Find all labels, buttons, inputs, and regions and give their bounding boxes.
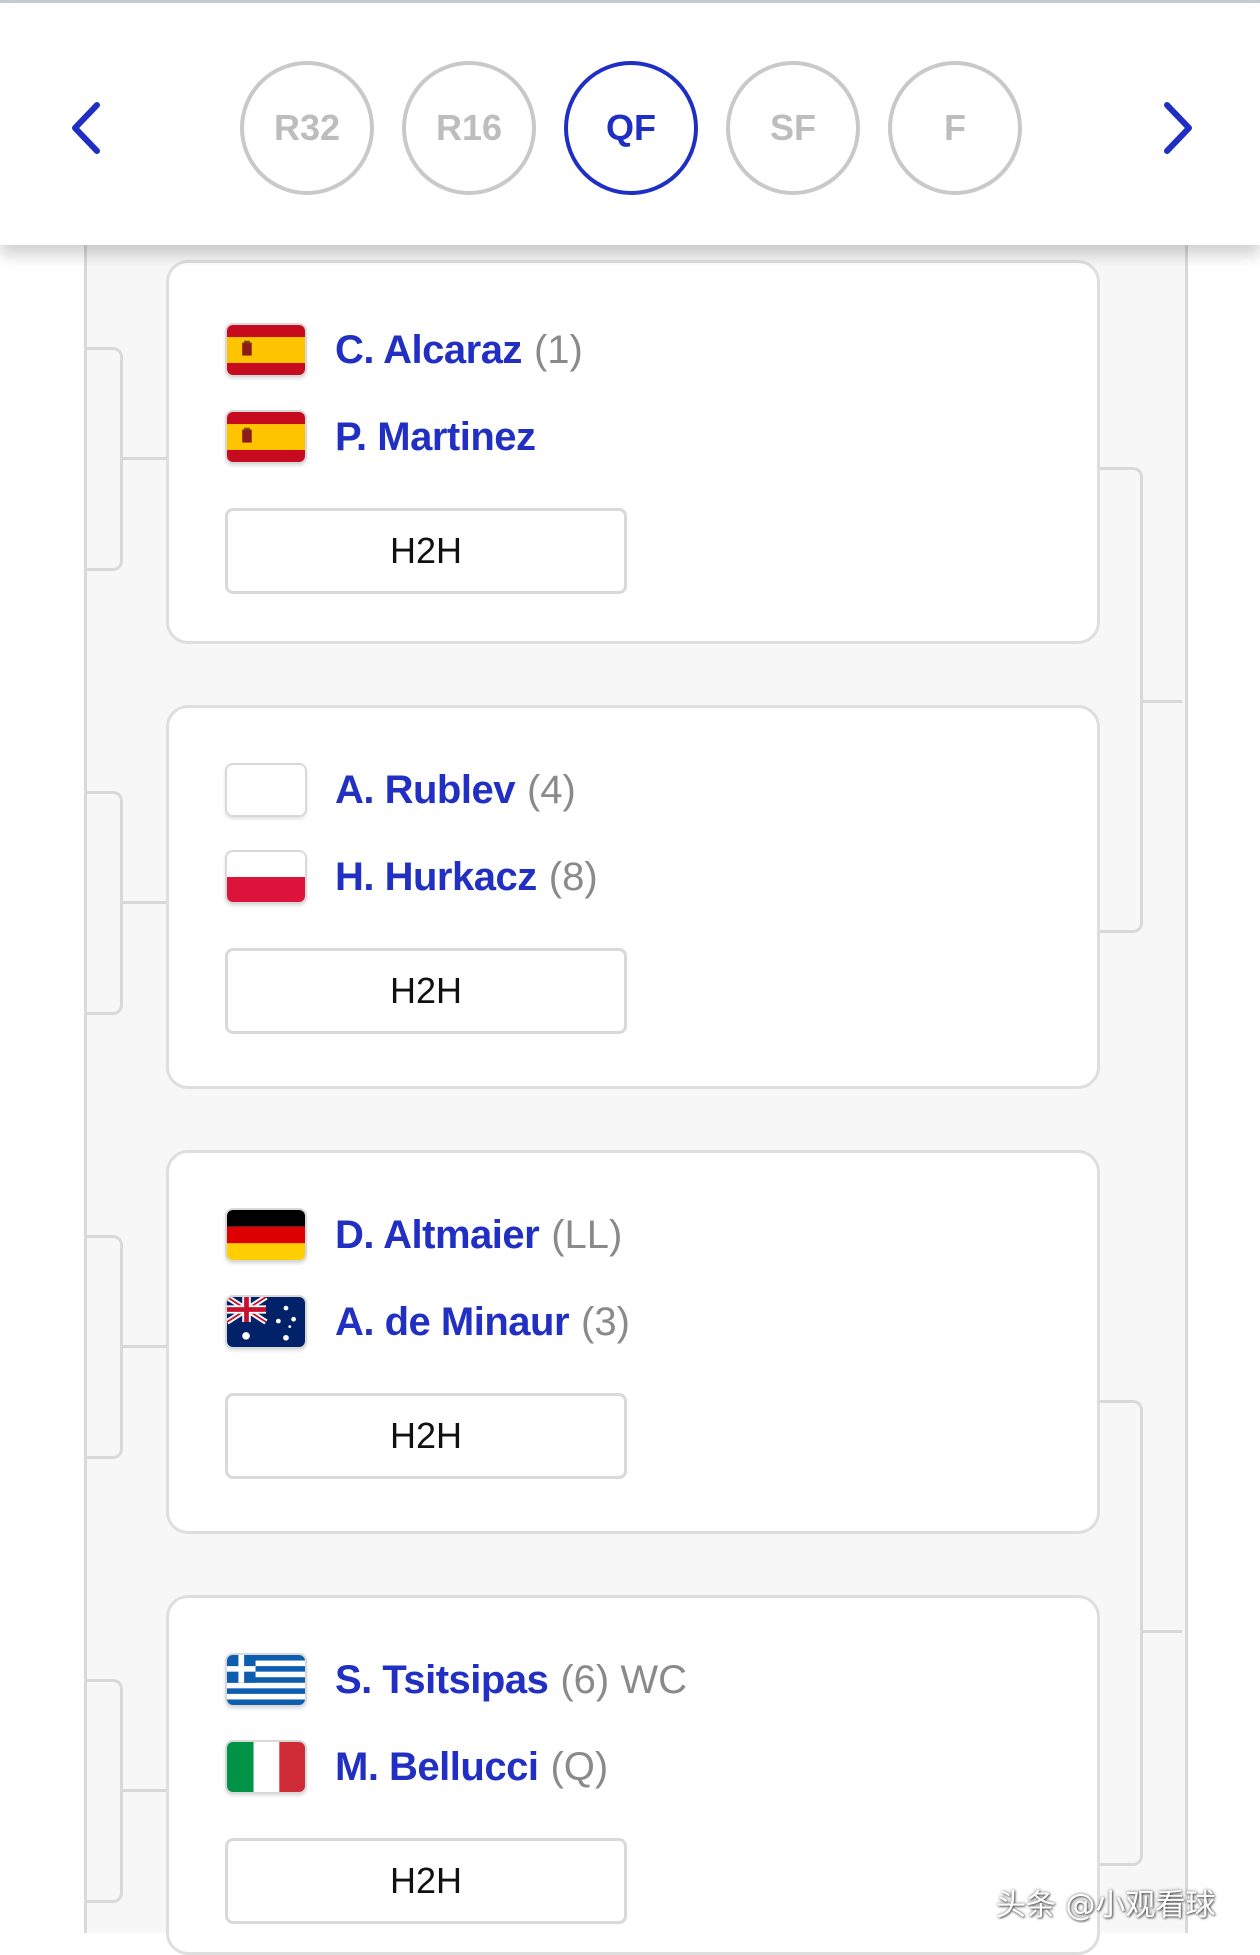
- bracket-connector-stub: [1140, 1630, 1182, 1633]
- chevron-right-icon[interactable]: [1158, 98, 1198, 158]
- bracket-connector-stub: [120, 1345, 166, 1348]
- player-row[interactable]: M. Bellucci (Q): [225, 1737, 608, 1797]
- h2h-button[interactable]: H2H: [225, 508, 627, 594]
- match-card[interactable]: D. Altmaier (LL) A. de Minaur (3) H2H: [166, 1150, 1100, 1534]
- bracket-connector-right: [1100, 467, 1143, 933]
- player-seed: (LL): [551, 1212, 623, 1257]
- round-tab-qf[interactable]: QF: [564, 61, 698, 195]
- round-tab-r32[interactable]: R32: [240, 61, 374, 195]
- match-card[interactable]: S. Tsitsipas (6) WC M. Bellucci (Q) H2H: [166, 1595, 1100, 1955]
- greece-flag-icon: [225, 1653, 307, 1707]
- germany-flag-icon: [225, 1208, 307, 1262]
- watermark: 头条 @小观看球: [996, 1888, 1216, 1923]
- player-row[interactable]: S. Tsitsipas (6) WC: [225, 1650, 687, 1710]
- poland-flag-icon: [225, 850, 307, 904]
- bracket-connector-stub: [120, 457, 166, 460]
- spain-flag-icon: [225, 410, 307, 464]
- round-tab-r16[interactable]: R16: [402, 61, 536, 195]
- bracket-connector-stub: [1140, 700, 1182, 703]
- round-tab-sf[interactable]: SF: [726, 61, 860, 195]
- player-seed: (8): [548, 854, 598, 899]
- bracket-connector-left: [84, 1235, 123, 1459]
- bracket-connector-left: [84, 791, 123, 1015]
- round-selector-header: R32 R16 QF SF F: [0, 3, 1260, 245]
- bracket-connector-stub: [120, 901, 166, 904]
- match-card[interactable]: A. Rublev (4) H. Hurkacz (8) H2H: [166, 705, 1100, 1089]
- blank-flag-icon: [225, 763, 307, 817]
- player-row[interactable]: A. Rublev (4): [225, 760, 576, 820]
- player-name[interactable]: S. Tsitsipas: [335, 1658, 549, 1703]
- player-seed: (3): [581, 1299, 630, 1344]
- player-seed: (Q): [550, 1744, 609, 1789]
- player-row[interactable]: C. Alcaraz (1): [225, 320, 583, 380]
- player-name[interactable]: C. Alcaraz: [335, 328, 522, 373]
- player-name[interactable]: P. Martinez: [335, 415, 536, 460]
- italy-flag-icon: [225, 1740, 307, 1794]
- bracket-connector-right: [1100, 1400, 1143, 1866]
- player-row[interactable]: D. Altmaier (LL): [225, 1205, 622, 1265]
- round-tab-f[interactable]: F: [888, 61, 1022, 195]
- player-name[interactable]: D. Altmaier: [335, 1213, 540, 1258]
- player-name[interactable]: M. Bellucci: [335, 1745, 539, 1790]
- player-row[interactable]: P. Martinez: [225, 407, 548, 467]
- bracket-connector-stub: [120, 1789, 166, 1792]
- bracket-area[interactable]: C. Alcaraz (1) P. Martinez H2H A. Rublev…: [0, 245, 1260, 1955]
- player-seed: (6) WC: [560, 1657, 687, 1702]
- player-row[interactable]: H. Hurkacz (8): [225, 847, 598, 907]
- h2h-button[interactable]: H2H: [225, 1838, 627, 1924]
- player-row[interactable]: A. de Minaur (3): [225, 1292, 630, 1352]
- h2h-button[interactable]: H2H: [225, 948, 627, 1034]
- player-seed: (1): [533, 327, 583, 372]
- player-name[interactable]: A. de Minaur: [335, 1300, 570, 1345]
- player-name[interactable]: A. Rublev: [335, 768, 515, 813]
- australia-flag-icon: [225, 1295, 307, 1349]
- bracket-connector-left: [84, 347, 123, 571]
- chevron-left-icon[interactable]: [66, 98, 106, 158]
- bracket-connector-left: [84, 1679, 123, 1903]
- spain-flag-icon: [225, 323, 307, 377]
- player-name[interactable]: H. Hurkacz: [335, 855, 537, 900]
- match-card[interactable]: C. Alcaraz (1) P. Martinez H2H: [166, 260, 1100, 644]
- h2h-button[interactable]: H2H: [225, 1393, 627, 1479]
- player-seed: (4): [526, 767, 576, 812]
